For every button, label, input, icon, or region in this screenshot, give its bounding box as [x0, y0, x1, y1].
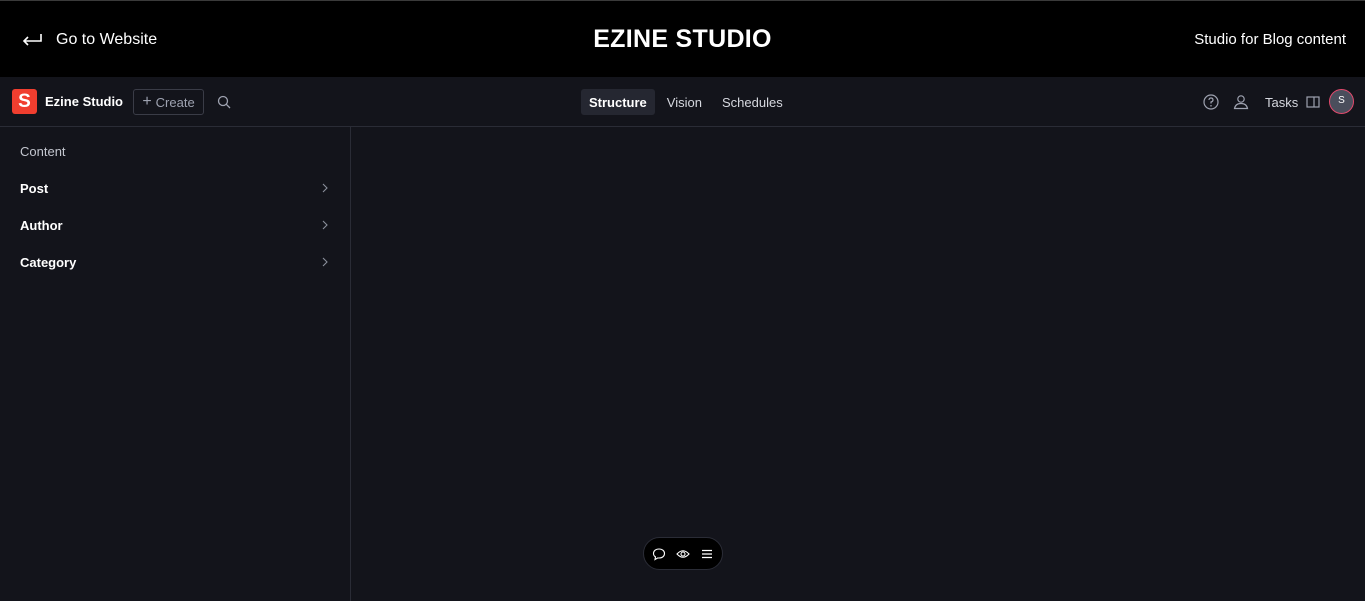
website-header: Go to Website EZINE STUDIO Studio for Bl… — [0, 0, 1365, 77]
brand-title: EZINE STUDIO — [593, 25, 772, 53]
panel-split-icon — [1306, 96, 1320, 108]
sidebar-item-category[interactable]: Category — [8, 247, 334, 277]
floating-toolbar — [643, 537, 723, 570]
comment-icon[interactable] — [652, 547, 666, 561]
tasks-label: Tasks — [1265, 94, 1299, 110]
tab-structure[interactable]: Structure — [581, 89, 655, 115]
user-avatar[interactable]: S — [1329, 89, 1354, 114]
sidebar-item-label: Category — [20, 254, 77, 270]
tab-schedules[interactable]: Schedules — [714, 89, 791, 115]
users-icon[interactable] — [1232, 93, 1250, 111]
chevron-right-icon — [322, 220, 328, 230]
chevron-right-icon — [322, 183, 328, 193]
plus-icon: + — [142, 93, 152, 110]
menu-icon[interactable] — [700, 547, 714, 561]
sidebar-heading: Content — [20, 144, 66, 159]
tagline: Studio for Blog content — [1194, 31, 1346, 48]
studio-name[interactable]: Ezine Studio — [45, 94, 123, 109]
create-label: Create — [155, 94, 195, 110]
tab-vision[interactable]: Vision — [659, 89, 710, 115]
help-circle-icon[interactable] — [1202, 93, 1220, 111]
create-button[interactable]: + Create — [133, 89, 204, 115]
eye-icon[interactable] — [676, 547, 690, 561]
sidebar-item-post[interactable]: Post — [8, 173, 334, 203]
search-icon[interactable] — [216, 94, 232, 110]
tasks-button[interactable]: Tasks — [1265, 93, 1320, 111]
tool-tabs: Structure Vision Schedules — [581, 89, 791, 115]
studio-navbar: S Ezine Studio + Create Structure Vision… — [0, 77, 1365, 127]
structure-sidebar: Content Post Author Category — [0, 127, 351, 601]
sidebar-item-author[interactable]: Author — [8, 210, 334, 240]
chevron-right-icon — [322, 257, 328, 267]
sidebar-item-label: Author — [20, 217, 63, 233]
sidebar-item-label: Post — [20, 180, 49, 196]
studio-logo[interactable]: S — [12, 89, 37, 114]
